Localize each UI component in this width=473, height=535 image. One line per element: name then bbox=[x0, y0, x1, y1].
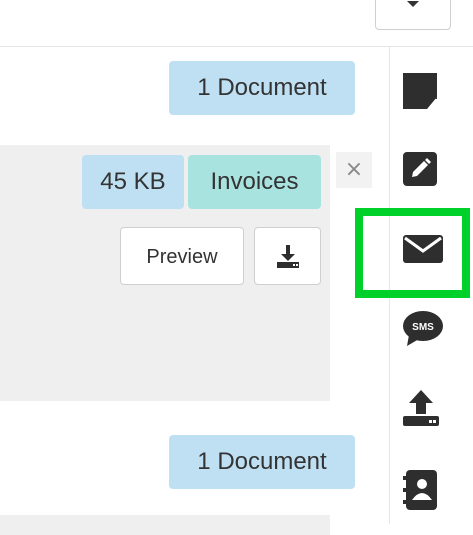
close-button[interactable]: × bbox=[336, 152, 372, 188]
top-dropdown-button[interactable] bbox=[375, 0, 451, 30]
address-book-icon[interactable] bbox=[403, 470, 445, 512]
document-card: 45 KB Invoices Preview bbox=[0, 145, 330, 401]
document-card bbox=[0, 515, 330, 535]
sms-icon[interactable]: SMS bbox=[403, 311, 445, 353]
svg-text:SMS: SMS bbox=[412, 322, 434, 333]
download-icon bbox=[277, 245, 299, 268]
folder-badge: Invoices bbox=[188, 155, 321, 209]
document-count-badge: 1 Document bbox=[169, 435, 355, 489]
document-count-badge: 1 Document bbox=[169, 61, 355, 115]
download-button[interactable] bbox=[254, 227, 321, 285]
preview-button[interactable]: Preview bbox=[120, 227, 244, 285]
top-toolbar bbox=[0, 0, 473, 47]
upload-icon[interactable] bbox=[403, 390, 445, 432]
sticky-note-icon[interactable] bbox=[403, 73, 445, 115]
highlight-box bbox=[355, 208, 470, 298]
file-size-badge: 45 KB bbox=[82, 155, 184, 209]
edit-icon[interactable] bbox=[403, 152, 445, 194]
chevron-down-icon bbox=[407, 1, 419, 7]
